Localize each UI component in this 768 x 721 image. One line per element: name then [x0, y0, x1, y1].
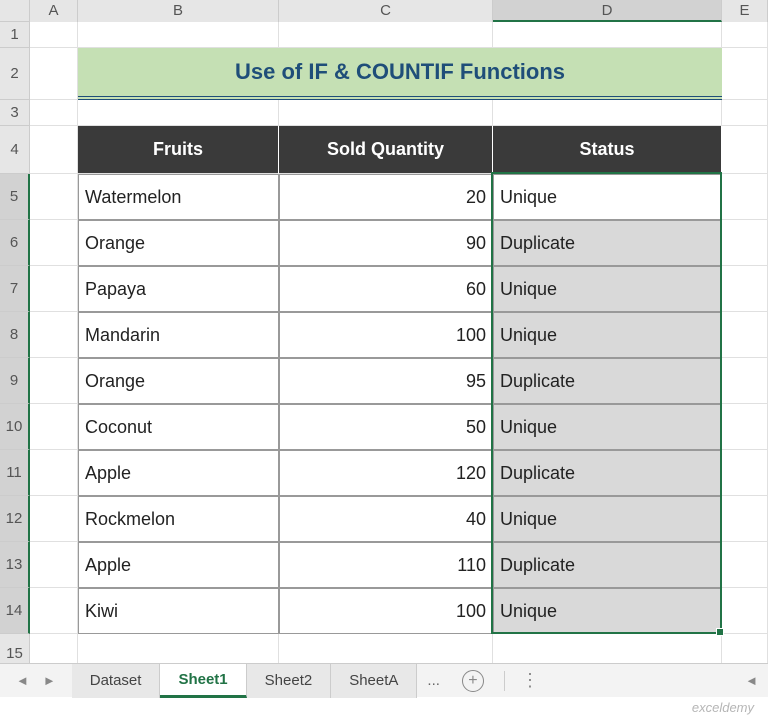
- cell-qty[interactable]: 90: [279, 220, 493, 266]
- add-sheet-button[interactable]: +: [462, 670, 484, 692]
- cell-qty[interactable]: 100: [279, 312, 493, 358]
- cell-status[interactable]: Unique: [493, 496, 722, 542]
- header-qty[interactable]: Sold Quantity: [279, 126, 493, 174]
- row-header-6[interactable]: 6: [0, 220, 30, 266]
- cell-fruit[interactable]: Mandarin: [78, 312, 279, 358]
- divider: [504, 671, 505, 691]
- sheet-tab-sheeta[interactable]: SheetA: [331, 664, 417, 698]
- row-header-4[interactable]: 4: [0, 126, 30, 174]
- sheet-tabs: DatasetSheet1Sheet2SheetA: [72, 664, 418, 698]
- sheet-tab-sheet2[interactable]: Sheet2: [247, 664, 332, 698]
- cell-status[interactable]: Duplicate: [493, 358, 722, 404]
- header-fruits[interactable]: Fruits: [78, 126, 279, 174]
- tab-nav-next-icon[interactable]: ►: [43, 673, 56, 688]
- cell-qty[interactable]: 60: [279, 266, 493, 312]
- cell-qty[interactable]: 40: [279, 496, 493, 542]
- cells-area[interactable]: Fruits Sold Quantity Status Watermelon20…: [30, 22, 768, 674]
- header-status[interactable]: Status: [493, 126, 722, 174]
- cell-status[interactable]: Unique: [493, 174, 722, 220]
- spreadsheet-grid: A B C D E 1 2 3 4 5 6 7 8 9 10 11 12 13 …: [0, 0, 768, 678]
- cell-fruit[interactable]: Watermelon: [78, 174, 279, 220]
- cell-status[interactable]: Unique: [493, 404, 722, 450]
- row-header-2[interactable]: 2: [0, 48, 30, 100]
- cell-fruit[interactable]: Papaya: [78, 266, 279, 312]
- row-header-8[interactable]: 8: [0, 312, 30, 358]
- watermark: exceldemy: [692, 700, 754, 715]
- cell-fruit[interactable]: Apple: [78, 450, 279, 496]
- tab-options-icon[interactable]: ⋮: [513, 670, 549, 691]
- row-header-7[interactable]: 7: [0, 266, 30, 312]
- tabs-overflow[interactable]: ...: [417, 672, 450, 689]
- cell-qty[interactable]: 50: [279, 404, 493, 450]
- cell-status[interactable]: Unique: [493, 266, 722, 312]
- row-header-1[interactable]: 1: [0, 22, 30, 48]
- row-header-3[interactable]: 3: [0, 100, 30, 126]
- row-header-9[interactable]: 9: [0, 358, 30, 404]
- col-header-B[interactable]: B: [78, 0, 279, 22]
- cell-fruit[interactable]: Kiwi: [78, 588, 279, 634]
- col-header-D[interactable]: D: [493, 0, 722, 22]
- sheet-tab-dataset[interactable]: Dataset: [72, 664, 161, 698]
- cell-status[interactable]: Unique: [493, 312, 722, 358]
- cell-fruit[interactable]: Orange: [78, 358, 279, 404]
- select-all-corner[interactable]: [0, 0, 30, 22]
- cell-fruit[interactable]: Rockmelon: [78, 496, 279, 542]
- cell-status[interactable]: Duplicate: [493, 220, 722, 266]
- cell-status[interactable]: Unique: [493, 588, 722, 634]
- row-header-5[interactable]: 5: [0, 174, 30, 220]
- cell-fruit[interactable]: Apple: [78, 542, 279, 588]
- col-header-A[interactable]: A: [30, 0, 78, 22]
- sheet-tab-sheet1[interactable]: Sheet1: [160, 664, 246, 698]
- cell-fruit[interactable]: Coconut: [78, 404, 279, 450]
- row-header-12[interactable]: 12: [0, 496, 30, 542]
- col-header-E[interactable]: E: [722, 0, 768, 22]
- cell-status[interactable]: Duplicate: [493, 542, 722, 588]
- cell-fruit[interactable]: Orange: [78, 220, 279, 266]
- row-header-13[interactable]: 13: [0, 542, 30, 588]
- cell-qty[interactable]: 100: [279, 588, 493, 634]
- row-header-11[interactable]: 11: [0, 450, 30, 496]
- row-headers: 1 2 3 4 5 6 7 8 9 10 11 12 13 14 15: [0, 22, 30, 674]
- title-banner: Use of IF & COUNTIF Functions: [78, 48, 722, 100]
- row-header-10[interactable]: 10: [0, 404, 30, 450]
- cell-qty[interactable]: 20: [279, 174, 493, 220]
- hscroll-left-icon[interactable]: ◄: [745, 673, 758, 688]
- cell-qty[interactable]: 110: [279, 542, 493, 588]
- column-headers: A B C D E: [0, 0, 768, 22]
- cell-qty[interactable]: 95: [279, 358, 493, 404]
- tab-nav-prev-icon[interactable]: ◄: [16, 673, 29, 688]
- sheet-tab-bar: ◄ ► DatasetSheet1Sheet2SheetA ... + ⋮ ◄: [0, 663, 768, 697]
- col-header-C[interactable]: C: [279, 0, 493, 22]
- row-header-14[interactable]: 14: [0, 588, 30, 634]
- cell-status[interactable]: Duplicate: [493, 450, 722, 496]
- cell-qty[interactable]: 120: [279, 450, 493, 496]
